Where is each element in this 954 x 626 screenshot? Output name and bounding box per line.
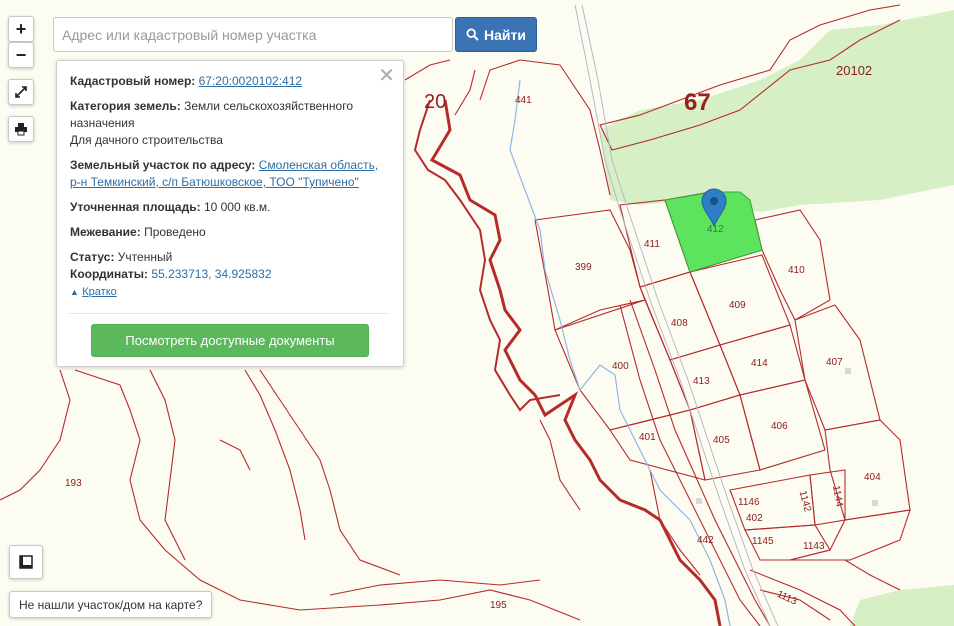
parcel-label: 1142 <box>797 490 813 514</box>
parcel-label: 400 <box>612 361 629 372</box>
parcel-label: 195 <box>490 600 507 611</box>
usage-value: Для дачного строительства <box>70 133 223 147</box>
coords-value: 55.233713, 34.925832 <box>151 267 272 281</box>
parcel-label: 1145 <box>752 536 774 547</box>
survey-label: Межевание: <box>70 225 141 239</box>
parcel-label: 408 <box>671 318 688 329</box>
map-marker <box>872 500 878 506</box>
search-button[interactable]: Найти <box>455 17 537 52</box>
parcel-info-panel: ✕ Кадастровый номер: 67:20:0020102:412 К… <box>56 60 404 367</box>
parcel-label: 406 <box>771 421 788 432</box>
block-label: 20102 <box>836 63 872 78</box>
district-label: 20 <box>424 91 446 113</box>
parcel-label: 405 <box>713 435 730 446</box>
close-icon[interactable]: ✕ <box>378 66 395 86</box>
area-value: 10 000 кв.м. <box>203 200 271 214</box>
search-icon <box>466 28 479 41</box>
category-label: Категория земель: <box>70 99 181 113</box>
expand-icon <box>15 86 27 98</box>
printer-icon <box>15 123 27 136</box>
search-input[interactable] <box>53 17 453 52</box>
parcel-label: 411 <box>644 239 660 250</box>
view-documents-button[interactable]: Посмотреть доступные документы <box>91 324 369 357</box>
map-marker <box>845 368 851 374</box>
parcel-label: 414 <box>751 358 768 369</box>
fullscreen-button[interactable] <box>8 79 34 105</box>
forest-area <box>600 10 954 212</box>
parcel-label: 442 <box>697 535 714 546</box>
search-button-label: Найти <box>484 26 526 43</box>
map-marker <box>696 498 702 504</box>
collapse-link[interactable]: Кратко <box>82 286 117 298</box>
parcel-label: 402 <box>746 513 763 524</box>
not-found-button[interactable]: Не нашли участок/дом на карте? <box>9 591 213 618</box>
parcel-label: 404 <box>864 472 881 483</box>
parcel-label: 413 <box>693 376 710 387</box>
status-label: Статус: <box>70 250 115 264</box>
frame-icon <box>19 555 33 569</box>
parcel-label: 1144 <box>830 485 845 509</box>
status-value: Учтенный <box>117 250 173 264</box>
parcel-label: 412 <box>707 224 724 235</box>
coords-label: Координаты: <box>70 267 149 281</box>
parcel-label: 409 <box>729 300 746 311</box>
address-label: Земельный участок по адресу: <box>70 158 256 172</box>
zoom-in-button[interactable]: + <box>8 16 34 42</box>
parcel-label: 410 <box>788 265 805 276</box>
parcel-label: 401 <box>639 432 656 443</box>
area-row: Уточненная площадь: 10 000 кв.м. <box>70 199 389 216</box>
parcel-label: 1113 <box>775 589 799 608</box>
divider <box>69 313 389 314</box>
address-row: Земельный участок по адресу: Смоленская … <box>70 157 389 191</box>
category-row: Категория земель: Земли сельскохозяйстве… <box>70 98 389 149</box>
parcel-label: 441 <box>515 95 532 106</box>
parcel-label: 1143 <box>803 541 825 552</box>
survey-value: Проведено <box>144 225 206 239</box>
collapse-toggle[interactable]: ▲ Кратко <box>70 283 389 301</box>
coords-row: Координаты: 55.233713, 34.925832 <box>70 266 389 283</box>
forest-area <box>850 585 954 626</box>
caret-up-icon: ▲ <box>70 287 79 297</box>
parcel-label: 193 <box>65 478 82 489</box>
print-button[interactable] <box>8 116 34 142</box>
parcel-label: 399 <box>575 262 592 273</box>
district-label: 67 <box>684 89 711 116</box>
area-label: Уточненная площадь: <box>70 200 201 214</box>
cadastral-link[interactable]: 67:20:0020102:412 <box>199 74 302 88</box>
zoom-out-button[interactable]: − <box>8 42 34 68</box>
status-row: Статус: Учтенный <box>70 249 389 266</box>
parcel-label: 1146 <box>738 497 760 508</box>
cadastral-row: Кадастровый номер: 67:20:0020102:412 <box>70 73 389 90</box>
parcel-label: 407 <box>826 357 843 368</box>
survey-row: Межевание: Проведено <box>70 224 389 241</box>
layers-button[interactable] <box>9 545 43 579</box>
district-boundary <box>413 99 561 412</box>
cadastral-label: Кадастровый номер: <box>70 74 196 88</box>
